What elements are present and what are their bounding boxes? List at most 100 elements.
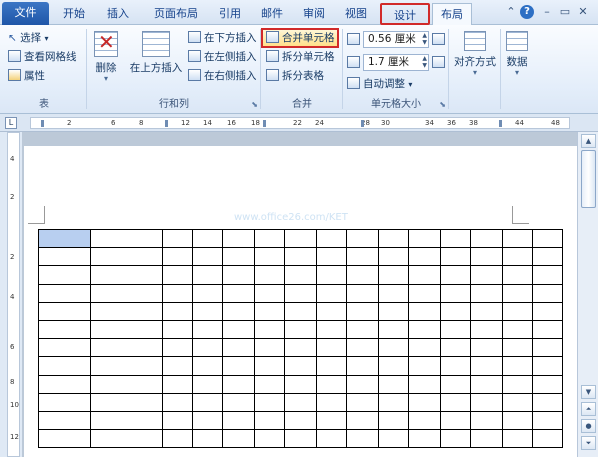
- table-cell[interactable]: [90, 356, 163, 376]
- table-cell[interactable]: [316, 374, 347, 394]
- table-cell[interactable]: [346, 374, 379, 394]
- table-cell[interactable]: [470, 301, 503, 321]
- scrollbar-thumb[interactable]: [581, 150, 596, 208]
- table-cell[interactable]: [254, 265, 285, 285]
- table-cell[interactable]: [222, 228, 255, 249]
- next-page-icon[interactable]: ⏷: [581, 436, 596, 450]
- close-button[interactable]: ✕: [576, 5, 590, 19]
- table-cell[interactable]: [440, 410, 471, 431]
- vertical-scrollbar[interactable]: ▲ ▼ ⏶ ● ⏷: [577, 132, 598, 457]
- insert-right-button[interactable]: 在右侧插入: [188, 68, 257, 85]
- tab-page-layout[interactable]: 页面布局: [146, 3, 206, 25]
- table-cell[interactable]: [38, 283, 91, 303]
- table-cell[interactable]: [316, 392, 347, 412]
- insert-below-button[interactable]: 在下方插入: [188, 30, 257, 47]
- table-cell[interactable]: [38, 374, 91, 394]
- table-cell[interactable]: [440, 319, 471, 340]
- table-cell[interactable]: [284, 392, 317, 412]
- table-cell[interactable]: [90, 374, 163, 394]
- table-cell[interactable]: [162, 265, 193, 285]
- table-cell[interactable]: [222, 392, 255, 412]
- table-cell[interactable]: [162, 356, 193, 376]
- table-cell[interactable]: [316, 319, 347, 340]
- table-cell[interactable]: [90, 410, 163, 431]
- table-cell[interactable]: [440, 228, 471, 249]
- help-icon[interactable]: ?: [520, 5, 534, 19]
- ruler-marker[interactable]: [499, 120, 502, 127]
- table-cell[interactable]: [470, 283, 503, 303]
- table-cell[interactable]: [470, 338, 503, 358]
- table-cell[interactable]: [222, 247, 255, 267]
- table-cell[interactable]: [254, 392, 285, 412]
- table-cell[interactable]: [316, 410, 347, 431]
- table-cell[interactable]: [502, 319, 533, 340]
- table-cell[interactable]: [192, 392, 223, 412]
- tab-view[interactable]: 视图: [338, 3, 374, 25]
- table-cell[interactable]: [532, 301, 563, 321]
- table-cell[interactable]: [470, 228, 503, 249]
- table-cell[interactable]: [222, 283, 255, 303]
- table-cell[interactable]: [440, 283, 471, 303]
- table-cell[interactable]: [532, 319, 563, 340]
- table-cell[interactable]: [284, 338, 317, 358]
- select-button[interactable]: ↖ 选择 ▾: [8, 30, 49, 47]
- table-cell[interactable]: [90, 319, 163, 340]
- tab-review[interactable]: 审阅: [296, 3, 332, 25]
- table-cell[interactable]: [192, 356, 223, 376]
- table-cell[interactable]: [162, 283, 193, 303]
- table-cell[interactable]: [378, 338, 409, 358]
- table-cell[interactable]: [284, 356, 317, 376]
- table-cell[interactable]: [162, 392, 193, 412]
- dialog-launcher-icon[interactable]: ⬊: [439, 100, 446, 109]
- table-cell[interactable]: [502, 356, 533, 376]
- tab-references[interactable]: 引用: [212, 3, 248, 25]
- table-cell[interactable]: [316, 338, 347, 358]
- table-cell[interactable]: [38, 356, 91, 376]
- table-cell[interactable]: [470, 356, 503, 376]
- table-cell[interactable]: [192, 319, 223, 340]
- table-cell[interactable]: [378, 283, 409, 303]
- table-cell[interactable]: [532, 410, 563, 431]
- table-cell[interactable]: [470, 265, 503, 285]
- minimize-button[interactable]: –: [540, 5, 554, 19]
- insert-left-button[interactable]: 在左侧插入: [188, 49, 257, 66]
- table-cell[interactable]: [378, 410, 409, 431]
- table-cell[interactable]: [254, 356, 285, 376]
- table-cell[interactable]: [502, 301, 533, 321]
- table-cell[interactable]: [378, 429, 409, 449]
- table-cell[interactable]: [502, 338, 533, 358]
- table-cell[interactable]: [346, 338, 379, 358]
- table-cell[interactable]: [284, 301, 317, 321]
- col-width-input[interactable]: 1.7 厘米 ▲ ▼: [363, 54, 429, 71]
- table-cell[interactable]: [470, 410, 503, 431]
- table-cell[interactable]: [162, 301, 193, 321]
- table-cell[interactable]: [90, 338, 163, 358]
- table-cell[interactable]: [440, 338, 471, 358]
- table-cell[interactable]: [408, 338, 441, 358]
- scroll-up-icon[interactable]: ▲: [581, 134, 596, 148]
- table-cell[interactable]: [378, 319, 409, 340]
- dialog-launcher-icon[interactable]: ⬊: [251, 100, 258, 109]
- table-cell[interactable]: [408, 319, 441, 340]
- delete-button[interactable]: ✕ 删除 ▾: [90, 30, 122, 83]
- view-gridlines-button[interactable]: 查看网格线: [8, 49, 77, 66]
- table-cell[interactable]: [502, 283, 533, 303]
- table-cell[interactable]: [346, 319, 379, 340]
- table-cell[interactable]: [408, 247, 441, 267]
- properties-button[interactable]: 属性: [8, 68, 45, 85]
- document-page[interactable]: www.office26.com/KET: [24, 146, 577, 457]
- document-table[interactable]: [38, 228, 563, 449]
- table-cell[interactable]: [222, 374, 255, 394]
- ruler-marker[interactable]: [263, 120, 266, 127]
- insert-above-button[interactable]: 在上方插入: [128, 31, 184, 75]
- distribute-rows-icon[interactable]: [432, 33, 445, 45]
- table-cell[interactable]: [192, 283, 223, 303]
- table-cell[interactable]: [440, 265, 471, 285]
- table-cell[interactable]: [346, 410, 379, 431]
- split-cells-button[interactable]: 拆分单元格: [266, 49, 335, 66]
- row-height-input[interactable]: 0.56 厘米 ▲ ▼: [363, 31, 429, 48]
- table-cell[interactable]: [502, 374, 533, 394]
- table-cell[interactable]: [532, 283, 563, 303]
- table-cell[interactable]: [378, 228, 409, 249]
- table-cell[interactable]: [346, 301, 379, 321]
